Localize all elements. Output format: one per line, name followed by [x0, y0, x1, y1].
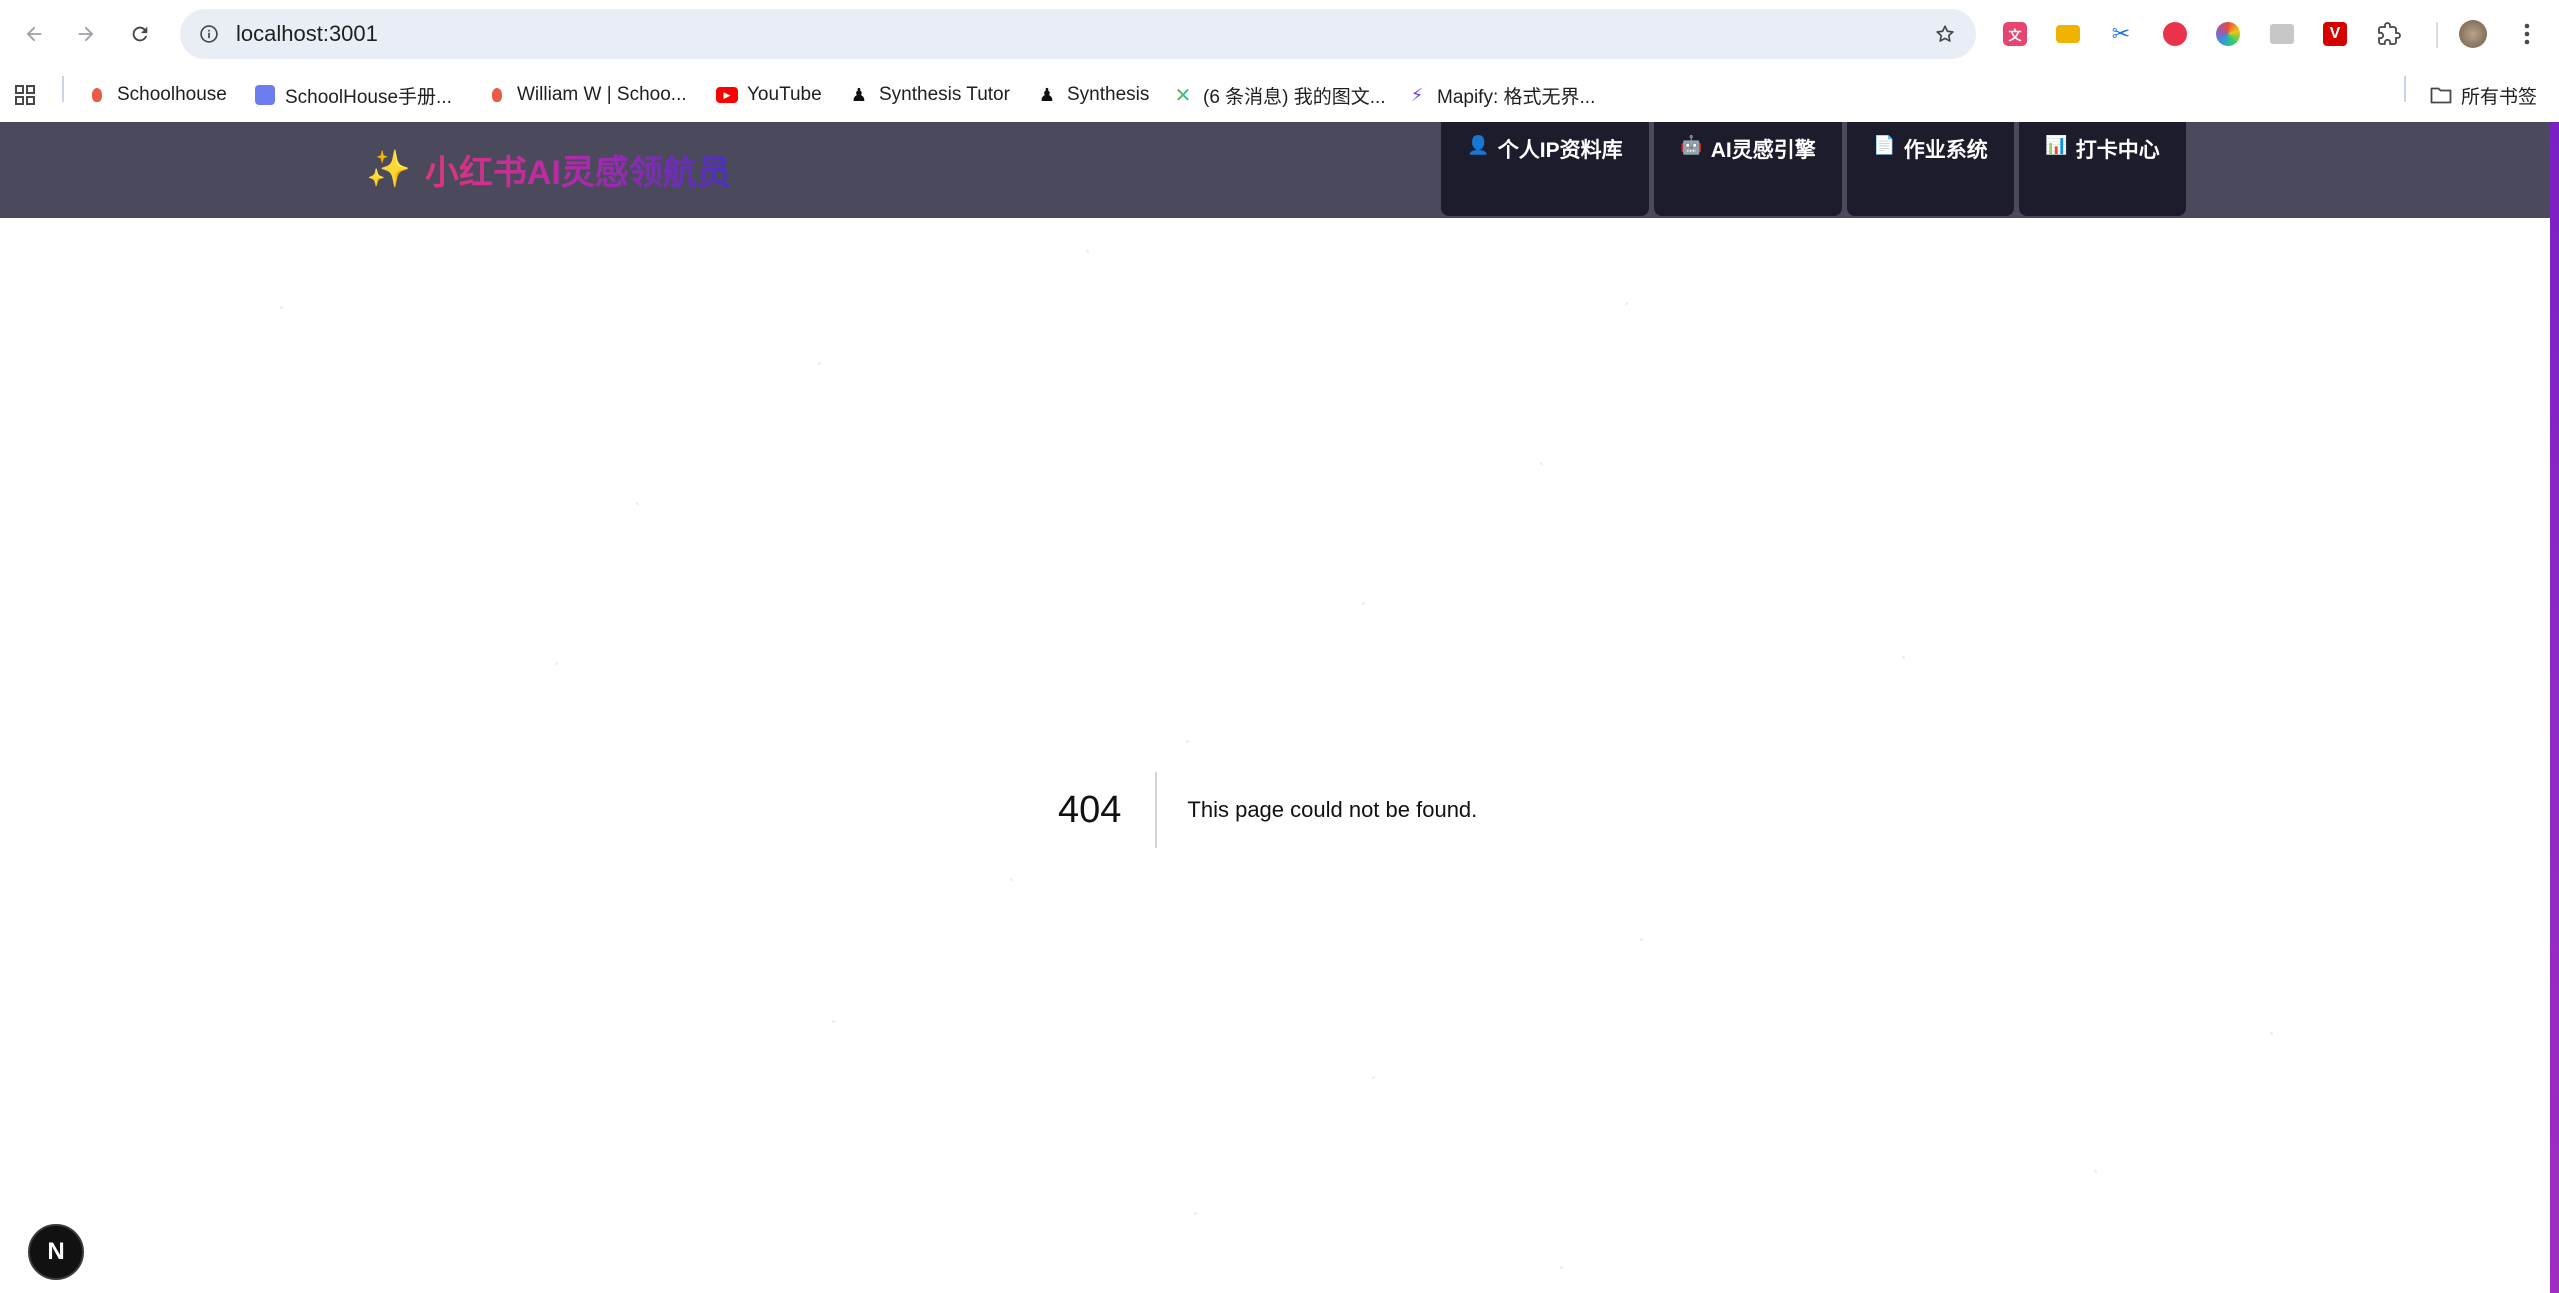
site-info-icon[interactable]	[194, 19, 224, 49]
bookmark-my-notes[interactable]: ✕ (6 条消息) 我的图文...	[1172, 76, 1386, 114]
background-dot	[2094, 1170, 2097, 1173]
folder-icon	[2430, 84, 2452, 106]
arrow-left-icon	[26, 26, 42, 42]
back-button[interactable]	[14, 14, 54, 54]
background-dot	[2270, 1032, 2273, 1035]
nav-tab-label: 作业系统	[1903, 139, 1988, 162]
bookmarks-divider	[2404, 76, 2406, 102]
address-bar[interactable]: localhost:3001	[180, 9, 1976, 59]
schoolhouse-icon	[486, 84, 508, 106]
puzzle-extensions-icon[interactable]	[2372, 17, 2406, 51]
background-dot	[1625, 302, 1628, 305]
robot-icon: 🤖	[1680, 135, 1703, 155]
bookmark-label: Mapify: 格式无界...	[1437, 86, 1596, 108]
page-side-stripe	[2550, 122, 2559, 1293]
schoolhouse-handbook-icon	[254, 84, 276, 106]
scissors-extension-icon[interactable]: ✂	[2104, 17, 2138, 51]
nav-tab-checkin[interactable]: 📊 打卡中心	[2019, 122, 2186, 216]
bookmark-label: William W | Schoo...	[517, 84, 687, 105]
person-icon: 👤	[1467, 135, 1490, 155]
bookmark-mapify[interactable]: ⚡ Mapify: 格式无界...	[1406, 76, 1596, 114]
image-extension-icon[interactable]	[2265, 17, 2299, 51]
bookmark-youtube[interactable]: ▶ YouTube	[716, 76, 822, 114]
reload-button[interactable]	[120, 14, 160, 54]
nav-tab-label: 个人IP资料库	[1497, 139, 1623, 162]
nav-tab-label: 打卡中心	[2075, 139, 2160, 162]
synthesis-icon: ♟	[1038, 84, 1056, 105]
schoolhouse-icon	[86, 84, 108, 106]
bookmark-schoolhouse-handbook[interactable]: SchoolHouse手册...	[254, 76, 452, 114]
bookmark-synthesis-tutor[interactable]: ♟ Synthesis Tutor	[848, 76, 1010, 114]
forward-button[interactable]	[66, 14, 106, 54]
bookmarks-divider	[62, 76, 64, 102]
v-extension-icon[interactable]: V	[2318, 17, 2352, 51]
translate-extension-icon[interactable]: 文	[1998, 17, 2032, 51]
background-dot	[1540, 462, 1543, 465]
background-dot	[1010, 878, 1013, 881]
nav-tab-ai-engine[interactable]: 🤖 AI灵感引擎	[1654, 122, 1842, 216]
bookmark-synthesis[interactable]: ♟ Synthesis	[1036, 76, 1149, 114]
bookmark-label: Synthesis	[1067, 84, 1150, 105]
synthesis-icon: ♟	[850, 84, 868, 105]
url-text[interactable]: localhost:3001	[236, 21, 378, 47]
reload-icon	[132, 26, 148, 42]
bookmark-schoolhouse[interactable]: Schoolhouse	[86, 76, 227, 114]
bookmark-label: Synthesis Tutor	[879, 84, 1010, 105]
error-code: 404	[1058, 789, 1122, 831]
all-bookmarks-folder[interactable]: 所有书签	[2430, 76, 2537, 114]
background-dot	[1902, 656, 1905, 659]
red-circle-extension-icon[interactable]	[2158, 17, 2192, 51]
bookmark-label: YouTube	[747, 84, 822, 105]
background-dot	[1186, 740, 1189, 743]
brand-logo[interactable]: ✨ 小红书AI灵感领航员	[366, 144, 731, 194]
nav-tab-ip-library[interactable]: 👤 个人IP资料库	[1441, 122, 1649, 216]
background-dot	[832, 1020, 835, 1023]
background-dot	[1372, 1076, 1375, 1079]
bookmark-label: SchoolHouse手册...	[285, 86, 452, 108]
not-found-message: 404 This page could not be found.	[1058, 772, 1477, 848]
nav-tab-homework[interactable]: 📄 作业系统	[1847, 122, 2014, 216]
document-icon: 📄	[1873, 135, 1896, 155]
colorful-extension-icon[interactable]	[2211, 17, 2245, 51]
background-dot	[1640, 938, 1643, 941]
background-dot	[1194, 1212, 1197, 1215]
all-bookmarks-label: 所有书签	[2461, 86, 2538, 108]
sparkle-icon: ✨	[366, 148, 411, 189]
chart-icon: 📊	[2045, 135, 2068, 155]
mapify-icon: ⚡	[1410, 84, 1424, 105]
background-dot	[818, 362, 821, 365]
apps-grid-icon[interactable]	[14, 76, 36, 114]
yellow-extension-icon[interactable]	[2051, 17, 2085, 51]
background-dot	[636, 502, 639, 505]
app-header: ✨ 小红书AI灵感领航员 👤 个人IP资料库 🤖 AI灵感引擎 📄 作业系统 📊…	[0, 122, 2550, 218]
profile-avatar[interactable]	[2456, 17, 2490, 51]
browser-toolbar: localhost:3001 文 ✂ V	[0, 0, 2559, 68]
app-title: 小红书AI灵感领航员	[425, 145, 731, 194]
arrow-right-icon	[78, 26, 94, 42]
error-text: This page could not be found.	[1187, 797, 1478, 822]
background-dot	[280, 306, 283, 309]
nextjs-logo-icon: N	[47, 1238, 65, 1265]
bookmark-star-icon[interactable]	[1930, 19, 1960, 49]
background-dot	[555, 662, 558, 665]
background-dot	[1362, 602, 1365, 605]
colorful-x-icon: ✕	[1172, 84, 1194, 107]
nav-tab-label: AI灵感引擎	[1710, 139, 1816, 162]
toolbar-divider	[2436, 22, 2438, 48]
bookmark-label: (6 条消息) 我的图文...	[1203, 86, 1386, 108]
bookmark-label: Schoolhouse	[117, 84, 227, 105]
bookmark-william-w[interactable]: William W | Schoo...	[486, 76, 687, 114]
background-dot	[1560, 1266, 1563, 1269]
menu-kebab-icon[interactable]	[2510, 17, 2544, 51]
nextjs-dev-badge[interactable]: N	[28, 1224, 84, 1280]
background-dot	[1086, 250, 1089, 253]
youtube-icon: ▶	[716, 84, 738, 106]
